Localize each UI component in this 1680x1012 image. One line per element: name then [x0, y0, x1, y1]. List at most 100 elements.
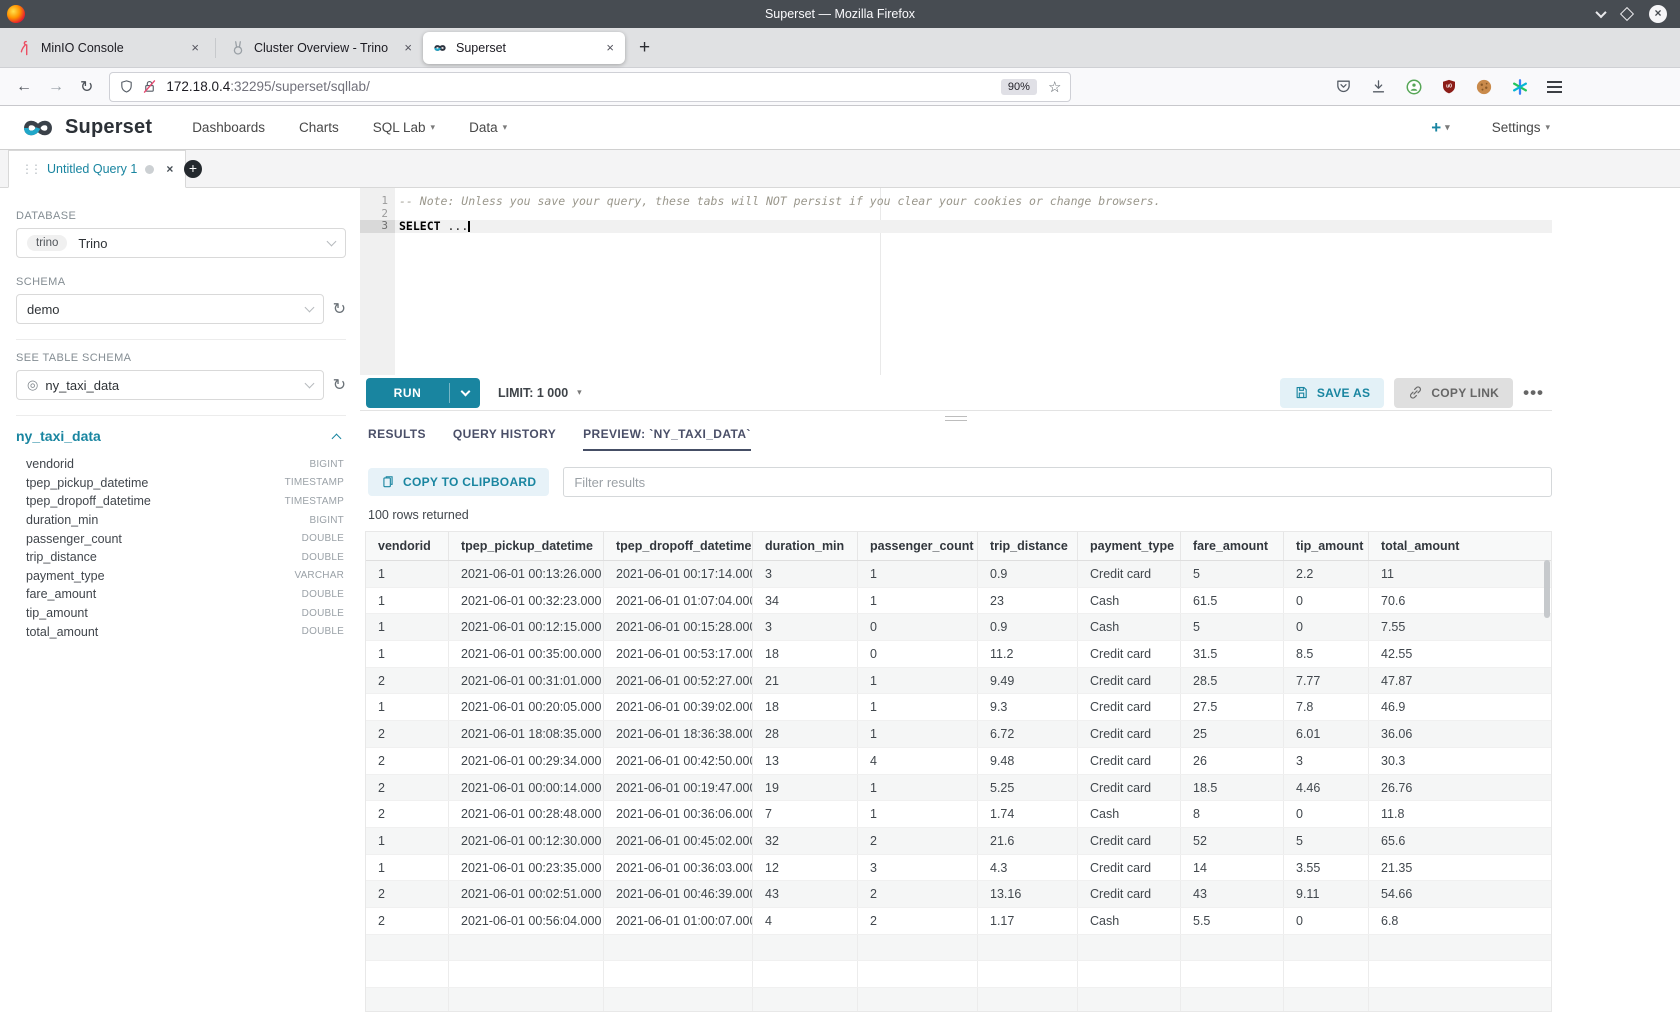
settings-menu[interactable]: Settings ▾ [1492, 120, 1550, 135]
tab-close-icon[interactable]: × [604, 40, 616, 55]
results-header-cell[interactable]: duration_min [753, 532, 858, 560]
pocket-icon[interactable] [1335, 78, 1352, 95]
tab-preview-table[interactable]: PREVIEW: `NY_TAXI_DATA` [583, 427, 751, 451]
filter-results-input[interactable] [563, 467, 1552, 497]
schema-select[interactable]: demo [16, 294, 324, 324]
table-cell: 2.2 [1284, 561, 1369, 587]
chevron-down-icon[interactable] [1595, 7, 1606, 18]
table-cell: 2 [858, 828, 978, 854]
results-header-cell[interactable]: tip_amount [1284, 532, 1369, 560]
add-new-button[interactable]: + ▾ [1431, 118, 1449, 138]
bookmark-star-icon[interactable]: ☆ [1048, 78, 1061, 96]
editor-code-area[interactable]: -- Note: Unless you save your query, the… [395, 188, 1552, 375]
zoom-level-badge[interactable]: 90% [1001, 79, 1037, 95]
refresh-table-icon[interactable]: ↻ [333, 375, 346, 395]
add-query-tab-button[interactable]: + [184, 160, 202, 178]
table-cell: 2021-06-01 00:23:35.000 [449, 855, 604, 881]
results-header-cell[interactable]: tpep_pickup_datetime [449, 532, 604, 560]
copy-to-clipboard-button[interactable]: COPY TO CLIPBOARD [368, 468, 549, 496]
table-cell: 31.5 [1181, 641, 1284, 667]
tab-close-icon[interactable]: × [189, 40, 201, 55]
more-options-button[interactable]: ••• [1523, 383, 1544, 403]
tab-close-icon[interactable]: × [402, 40, 414, 55]
run-dropdown-button[interactable] [450, 378, 480, 408]
url-bar[interactable]: 172.18.0.4:32295/superset/sqllab/ 90% ☆ [109, 72, 1071, 102]
table-cell: 42.55 [1369, 641, 1551, 667]
browser-tab-trino[interactable]: Cluster Overview - Trino × [221, 32, 423, 64]
table-cell: 2 [366, 908, 449, 934]
table-cell: 3 [858, 855, 978, 881]
table-cell: 21 [753, 668, 858, 694]
lock-slash-icon[interactable] [142, 79, 157, 94]
browser-tabstrip: MinIO Console × Cluster Overview - Trino… [0, 28, 1680, 68]
superset-brand[interactable]: Superset [18, 115, 152, 141]
results-header-cell[interactable]: passenger_count [858, 532, 978, 560]
tab-query-history[interactable]: QUERY HISTORY [453, 427, 556, 451]
browser-tab-minio[interactable]: MinIO Console × [8, 32, 210, 64]
results-header-cell[interactable]: payment_type [1078, 532, 1181, 560]
table-panel-header[interactable]: ny_taxi_data [16, 428, 346, 444]
table-icon: ◎ [27, 377, 38, 393]
refresh-schema-icon[interactable]: ↻ [333, 299, 346, 319]
drag-grip-icon[interactable]: ⋮⋮ [21, 162, 39, 176]
table-cell: Credit card [1078, 641, 1181, 667]
chevron-down-icon [327, 236, 337, 246]
superset-logo-icon [18, 115, 58, 141]
table-value: ny_taxi_data [45, 378, 119, 393]
nav-item-charts[interactable]: Charts [299, 120, 339, 135]
browser-tab-title: Cluster Overview - Trino [254, 41, 402, 55]
brand-name: Superset [65, 116, 152, 139]
query-tab-title: Untitled Query 1 [47, 162, 137, 176]
diamond-icon[interactable] [1620, 7, 1634, 21]
clipboard-icon [381, 475, 395, 489]
table-cell: 2021-06-01 00:36:06.000 [604, 801, 753, 827]
nav-item-dashboards[interactable]: Dashboards [192, 120, 265, 135]
tab-results[interactable]: RESULTS [368, 427, 426, 451]
limit-dropdown[interactable]: LIMIT: 1 000 ▾ [498, 386, 582, 400]
query-tab-active[interactable]: ⋮⋮ Untitled Query 1 × [8, 150, 186, 188]
nav-item-data[interactable]: Data ▾ [469, 120, 507, 135]
forward-button[interactable]: → [48, 78, 64, 96]
download-icon[interactable] [1370, 78, 1387, 95]
results-header-cell[interactable]: fare_amount [1181, 532, 1284, 560]
save-as-button[interactable]: SAVE AS [1280, 378, 1384, 408]
asterisk-extension-icon[interactable] [1511, 78, 1529, 96]
column-type: DOUBLE [302, 608, 346, 619]
query-tab-close-icon[interactable]: × [166, 162, 173, 176]
copy-link-button[interactable]: COPY LINK [1394, 378, 1513, 408]
chevron-up-icon[interactable] [332, 433, 342, 443]
table-cell: 3 [753, 561, 858, 587]
sql-editor[interactable]: 1 2 3 -- Note: Unless you save your quer… [360, 188, 1552, 375]
results-header-cell[interactable]: total_amount [1369, 532, 1551, 560]
close-icon[interactable]: × [1649, 5, 1667, 23]
drag-handle-icon[interactable] [945, 416, 967, 421]
extension-green-icon[interactable] [1405, 78, 1423, 96]
reload-button[interactable]: ↻ [80, 77, 93, 97]
nav-item-sql-lab[interactable]: SQL Lab ▾ [373, 120, 435, 135]
tab-separator [215, 38, 216, 58]
menu-hamburger-icon[interactable] [1547, 78, 1562, 96]
table-select[interactable]: ◎ ny_taxi_data [16, 370, 324, 400]
table-cell [1284, 988, 1369, 1012]
browser-tab-superset[interactable]: Superset × [423, 32, 625, 64]
back-button[interactable]: ← [16, 78, 32, 96]
table-cell: 2021-06-01 00:15:28.000 [604, 614, 753, 640]
results-header-cell[interactable]: tpep_dropoff_datetime [604, 532, 753, 560]
cookie-extension-icon[interactable] [1475, 78, 1493, 96]
schema-value: demo [27, 302, 60, 317]
database-select[interactable]: trino Trino [16, 228, 346, 258]
table-row: 22021-06-01 00:56:04.0002021-06-01 01:00… [366, 908, 1551, 935]
chevron-down-icon: ▾ [577, 387, 582, 398]
column-type: BIGINT [309, 459, 346, 470]
results-header-cell[interactable]: vendorid [366, 532, 449, 560]
table-cell [1078, 988, 1181, 1012]
shield-icon[interactable] [119, 79, 134, 94]
new-tab-button[interactable]: + [639, 38, 650, 57]
run-button[interactable]: RUN [366, 378, 480, 408]
ublock-shield-icon[interactable]: u0 [1441, 78, 1457, 95]
column-name: vendorid [26, 457, 74, 471]
table-scrollbar-thumb[interactable] [1544, 560, 1550, 618]
results-header-cell[interactable]: trip_distance [978, 532, 1078, 560]
table-cell: 13.16 [978, 881, 1078, 907]
table-cell: 1 [366, 561, 449, 587]
